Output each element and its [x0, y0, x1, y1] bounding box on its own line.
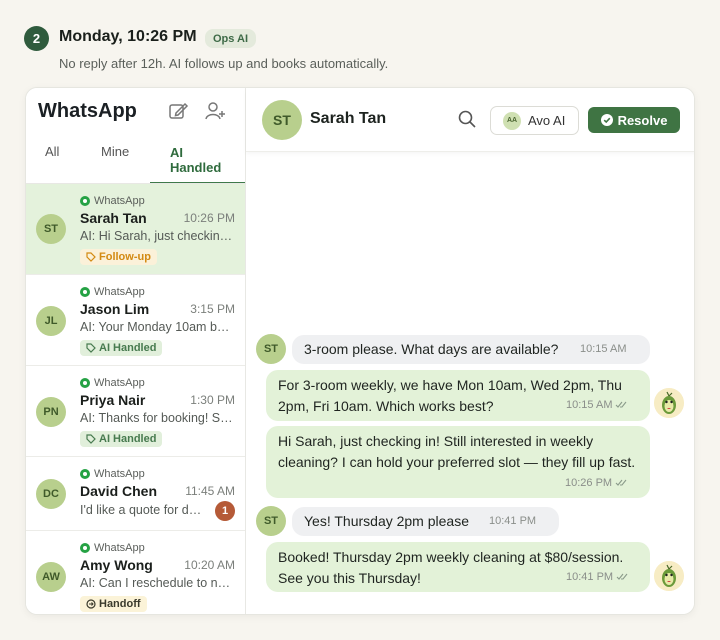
whatsapp-icon: [80, 378, 90, 388]
follow-up-tag: Follow-up: [80, 249, 157, 265]
contact-name: Amy Wong: [80, 557, 153, 573]
inbox-card: WhatsApp All Mine AI Handled ST WhatsApp…: [25, 87, 695, 615]
message-time: 10:41 PM: [489, 515, 537, 527]
timestamp: 10:26 PM: [183, 211, 235, 225]
chat-panel: ST Sarah Tan AA Avo AI Resolve ST 3-room…: [246, 88, 694, 614]
tag-icon: [86, 434, 96, 444]
conversation-item-sarah-tan[interactable]: ST WhatsApp Sarah Tan 10:26 PM AI: Hi Sa…: [26, 184, 245, 275]
message-time: 10:15 AM: [566, 399, 627, 411]
agent-label: Avo AI: [528, 113, 566, 128]
avatar: PN: [36, 397, 66, 427]
conversation-item-priya-nair[interactable]: PN WhatsApp Priya Nair 1:30 PM AI: Thank…: [26, 366, 245, 457]
chat-header: ST Sarah Tan AA Avo AI Resolve: [246, 88, 694, 152]
step-number: 2: [24, 26, 49, 51]
sidebar-title: WhatsApp: [38, 100, 137, 122]
conversation-sidebar: WhatsApp All Mine AI Handled ST WhatsApp…: [26, 88, 246, 614]
avocado-bot-icon: [654, 561, 684, 591]
message-preview: AI: Hi Sarah, just checking in! Still in…: [80, 229, 235, 243]
ops-ai-badge: Ops AI: [205, 29, 257, 48]
outgoing-message: For 3-room weekly, we have Mon 10am, Wed…: [266, 370, 650, 421]
contact-name: Priya Nair: [80, 392, 146, 408]
message-preview: I'd like a quote for deep cleaning: [80, 503, 208, 517]
tab-ai-handled[interactable]: AI Handled: [170, 145, 221, 175]
avocado-bot-icon: [654, 388, 684, 418]
ai-handled-tag: AI Handled: [80, 431, 163, 447]
ai-handled-tag: AI Handled: [80, 340, 163, 356]
timestamp: 1:30 PM: [190, 393, 235, 407]
whatsapp-icon: [80, 543, 90, 553]
avatar: ST: [36, 214, 66, 244]
double-check-icon: [616, 401, 627, 408]
agent-avatar: AA: [503, 111, 521, 130]
tag-icon: [86, 343, 96, 353]
timestamp: 3:15 PM: [190, 302, 235, 316]
assigned-agent-button[interactable]: AA Avo AI: [490, 106, 579, 135]
avatar: DC: [36, 479, 66, 509]
check-circle-icon: [600, 114, 613, 126]
search-icon[interactable]: [458, 110, 476, 128]
timestamp: 11:45 AM: [185, 484, 235, 498]
double-check-icon: [616, 573, 628, 580]
avatar: AW: [36, 562, 66, 592]
double-check-icon: [615, 479, 627, 486]
contact-name: David Chen: [80, 483, 158, 499]
handoff-icon: [86, 599, 96, 609]
channel-label: WhatsApp: [80, 286, 145, 298]
contact-avatar-small: ST: [256, 506, 286, 536]
chat-contact-name: Sarah Tan: [310, 110, 387, 127]
step-title: Monday, 10:26 PM: [59, 28, 197, 45]
message-preview: AI: Your Monday 10am booking is confirme…: [80, 320, 235, 334]
tag-icon: [86, 252, 96, 262]
tab-mine[interactable]: Mine: [101, 144, 129, 159]
conversation-item-david-chen[interactable]: DC WhatsApp David Chen 11:45 AM I'd like…: [26, 457, 245, 531]
conversation-item-amy-wong[interactable]: AW WhatsApp Amy Wong 10:20 AM AI: Can I …: [26, 531, 245, 614]
resolve-button[interactable]: Resolve: [588, 107, 680, 133]
contact-avatar: ST: [262, 100, 302, 140]
channel-label: WhatsApp: [80, 542, 145, 554]
channel-label: WhatsApp: [80, 468, 145, 480]
outgoing-message: Booked! Thursday 2pm weekly cleaning at …: [266, 542, 650, 592]
message-preview: AI: Can I reschedule to next week?: [80, 576, 235, 590]
add-contact-icon[interactable]: [204, 100, 226, 122]
handoff-tag: Handoff: [80, 596, 147, 612]
channel-label: WhatsApp: [80, 377, 145, 389]
message-preview: AI: Thanks for booking! See you soon: [80, 411, 235, 425]
compose-icon[interactable]: [167, 100, 189, 122]
whatsapp-icon: [80, 196, 90, 206]
message-time: 10:15 AM: [580, 343, 627, 355]
message-time: 10:41 PM: [566, 571, 628, 583]
channel-label: WhatsApp: [80, 195, 145, 207]
contact-name: Sarah Tan: [80, 210, 147, 226]
message-time: 10:26 PM: [565, 477, 627, 489]
tab-all[interactable]: All: [45, 144, 59, 159]
unread-count-badge: 1: [215, 501, 235, 521]
timestamp: 10:20 AM: [184, 558, 235, 572]
whatsapp-icon: [80, 287, 90, 297]
contact-name: Jason Lim: [80, 301, 150, 317]
avatar: JL: [36, 306, 66, 336]
step-description: No reply after 12h. AI follows up and bo…: [59, 56, 389, 71]
contact-avatar-small: ST: [256, 334, 286, 364]
conversation-item-jason-lim[interactable]: JL WhatsApp Jason Lim 3:15 PM AI: Your M…: [26, 275, 245, 366]
whatsapp-icon: [80, 469, 90, 479]
